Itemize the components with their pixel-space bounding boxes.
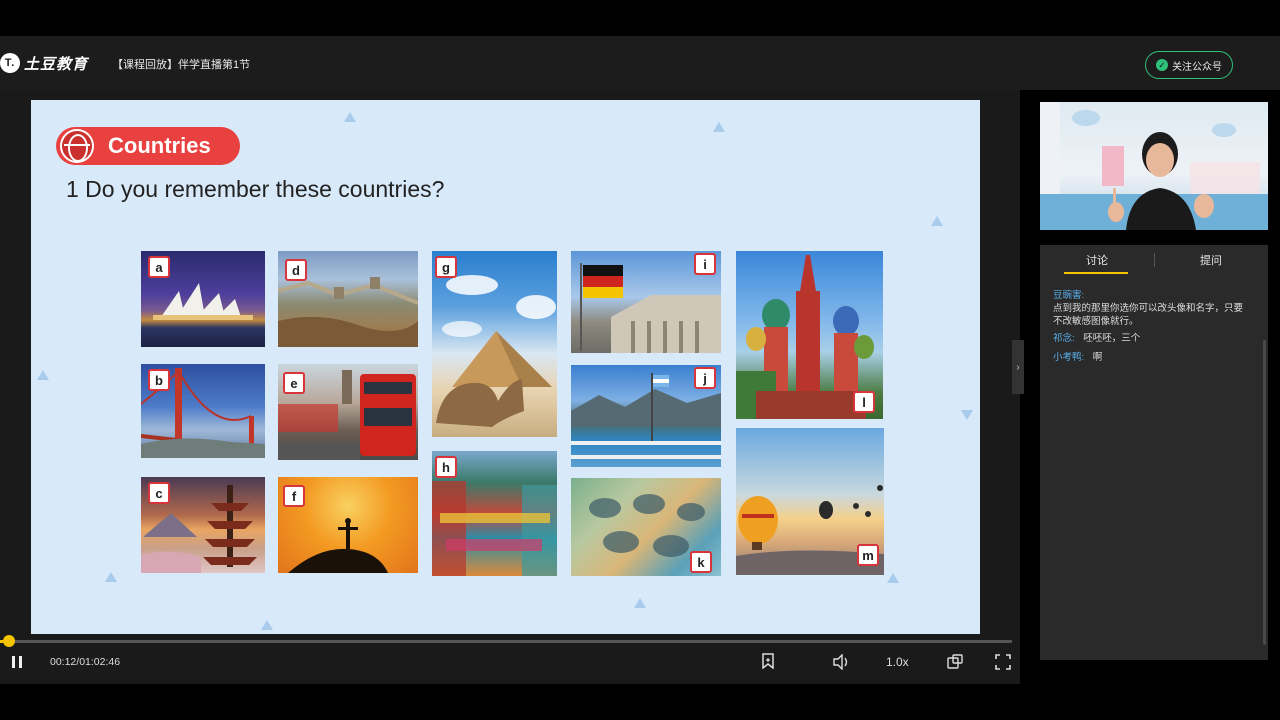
fullscreen-icon: [995, 654, 1011, 670]
photo-casa-batllo: k: [571, 478, 721, 576]
decor-triangle: [887, 573, 899, 583]
bookmark-button[interactable]: [761, 653, 775, 670]
decor-triangle: [344, 112, 356, 122]
slide-question: 1 Do you remember these countries?: [66, 176, 445, 202]
photo-great-wall: d: [278, 251, 418, 347]
message-list: 豆豌害: 点到我的那里你选你可以改头像和名字，只要不改敏感图像就行。 祁念: 呸…: [1040, 289, 1250, 368]
photo-german-flag-reichstag: i: [571, 251, 721, 353]
volume-icon: [833, 653, 848, 671]
photo-tag: e: [283, 372, 305, 394]
course-title: 【课程回放】伴学直播第1节: [112, 59, 251, 71]
header-bar: T. 土豆教育 【课程回放】伴学直播第1节 ✓ 关注公众号: [0, 36, 1280, 90]
photo-fuji-pagoda: c: [141, 477, 265, 573]
photo-tag: i: [694, 253, 716, 275]
lesson-slide[interactable]: Countries 1 Do you remember these countr…: [31, 100, 980, 634]
list-item: 豆豌害: 点到我的那里你选你可以改头像和名字，只要不改敏感图像就行。: [1040, 289, 1250, 328]
pause-button[interactable]: [10, 654, 24, 670]
globe-icon: [60, 129, 94, 163]
photo-tag: a: [148, 256, 170, 278]
message-text: 点到我的那里你选你可以改头像和名字，只要不改敏感图像就行。: [1053, 303, 1244, 327]
logo-text: 土豆教育: [24, 55, 89, 73]
playback-speed-button[interactable]: 1.0x: [886, 655, 909, 669]
photo-london-bus: e: [278, 364, 418, 460]
pyramid-shape: [436, 275, 556, 427]
brand-logo: T. 土豆教育: [0, 52, 88, 74]
logo-mark: T.: [0, 53, 20, 73]
time-display: 00:12/01:02:46: [50, 656, 121, 668]
photo-tag: m: [857, 544, 879, 566]
discussion-panel: 讨论 提问 豆豌害: 点到我的那里你选你可以改头像和名字，只要不改敏感图像就行。…: [1040, 245, 1268, 660]
photo-pyramid-camel: g: [432, 251, 557, 437]
picture-in-picture-icon: [947, 654, 963, 669]
decor-triangle: [961, 410, 973, 420]
panel-scrollbar[interactable]: [1263, 340, 1266, 645]
photo-colorful-street: h: [432, 451, 557, 576]
message-author: 祁念:: [1053, 333, 1075, 344]
picture-in-picture-button[interactable]: [947, 654, 963, 670]
photo-tag: g: [435, 256, 457, 278]
photo-saint-basils: l: [736, 251, 883, 419]
decor-triangle: [634, 598, 646, 608]
photo-argentina-lake: j: [571, 365, 721, 467]
player-window: T. 土豆教育 【课程回放】伴学直播第1节 ✓ 关注公众号 Countries: [0, 0, 1280, 720]
section-title: Countries: [108, 133, 211, 158]
teacher-figure: [1040, 102, 1268, 230]
decor-triangle: [261, 620, 273, 630]
teacher-video[interactable]: [1040, 102, 1268, 230]
message-text: 啊: [1092, 352, 1103, 363]
progress-handle[interactable]: [3, 635, 15, 647]
decor-triangle: [37, 370, 49, 380]
follow-account-button[interactable]: ✓ 关注公众号: [1145, 51, 1233, 79]
volume-button[interactable]: [832, 653, 850, 671]
photo-tag: k: [690, 551, 712, 573]
photo-christ-redeemer: f: [278, 477, 418, 573]
photo-tag: f: [283, 485, 305, 507]
photo-tag: j: [694, 367, 716, 389]
chevron-right-icon: ›: [1016, 361, 1020, 373]
photo-golden-gate-bridge: b: [141, 364, 265, 458]
tab-questions[interactable]: 提问: [1154, 245, 1268, 275]
photo-sydney-opera-house: a: [141, 251, 265, 347]
fullscreen-button[interactable]: [995, 654, 1011, 670]
decor-triangle: [105, 572, 117, 582]
photo-tag: h: [435, 456, 457, 478]
decor-triangle: [931, 216, 943, 226]
photo-tag: b: [148, 369, 170, 391]
message-text: 呸呸呸，三个: [1083, 333, 1141, 344]
list-item: 小考鸭: 啊: [1040, 351, 1250, 364]
active-tab-indicator: [1064, 272, 1128, 274]
decor-triangle: [713, 122, 725, 132]
pause-icon: [12, 656, 22, 668]
check-circle-icon: ✓: [1156, 59, 1168, 71]
bookmark-icon: [762, 653, 774, 670]
panel-collapse-button[interactable]: ›: [1012, 340, 1024, 394]
progress-bar[interactable]: [0, 635, 1012, 647]
panel-tabs: 讨论 提问: [1040, 245, 1268, 275]
photo-tag: d: [285, 259, 307, 281]
follow-label: 关注公众号: [1172, 61, 1222, 73]
message-author: 小考鸭:: [1053, 352, 1085, 363]
photo-hot-air-balloons: m: [736, 428, 884, 575]
tab-discussion[interactable]: 讨论: [1040, 245, 1154, 275]
main-video-area: Countries 1 Do you remember these countr…: [0, 90, 1020, 684]
list-item: 祁念: 呸呸呸，三个: [1040, 332, 1250, 345]
photo-tag: c: [148, 482, 170, 504]
message-author: 豆豌害:: [1053, 290, 1085, 301]
photo-tag: l: [853, 391, 875, 413]
section-pill: Countries: [56, 127, 240, 165]
